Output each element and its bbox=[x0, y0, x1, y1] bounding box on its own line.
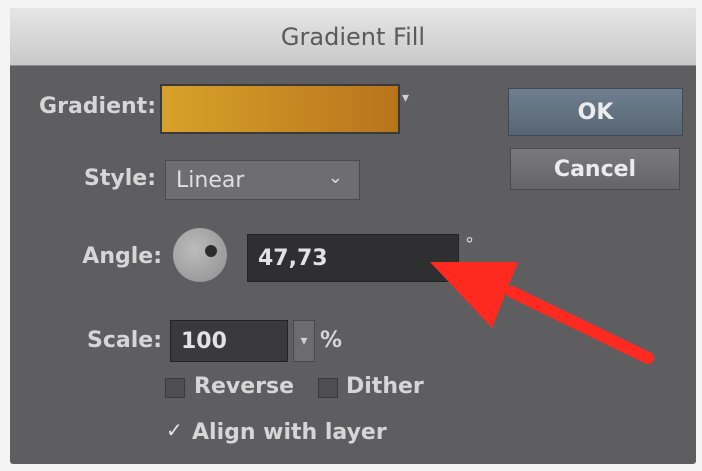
scale-unit: % bbox=[320, 328, 343, 353]
style-select[interactable]: Linear ⌄ bbox=[165, 160, 360, 200]
dialog-titlebar[interactable]: Gradient Fill bbox=[10, 8, 696, 66]
angle-input[interactable]: 47,73 bbox=[247, 234, 459, 282]
chevron-down-icon: ⌄ bbox=[327, 167, 343, 188]
angle-dial-handle[interactable] bbox=[205, 245, 217, 257]
style-select-value: Linear bbox=[176, 167, 245, 193]
align-with-layer-label: Align with layer bbox=[192, 420, 387, 445]
dither-checkbox[interactable] bbox=[318, 378, 338, 398]
gradient-swatch[interactable] bbox=[160, 84, 400, 134]
reverse-checkbox[interactable] bbox=[165, 378, 185, 398]
reverse-label: Reverse bbox=[194, 374, 294, 399]
angle-dial-icon[interactable] bbox=[173, 228, 227, 282]
scale-label: Scale: bbox=[87, 328, 162, 353]
dither-label: Dither bbox=[346, 374, 424, 399]
gradient-fill-dialog: Gradient Fill Gradient: ▾ Style: Linear … bbox=[10, 8, 696, 464]
dialog-title: Gradient Fill bbox=[280, 22, 426, 51]
scale-input[interactable]: 100 bbox=[170, 320, 288, 362]
gradient-label: Gradient: bbox=[39, 94, 156, 119]
ok-button[interactable]: OK bbox=[508, 88, 683, 136]
angle-unit: ° bbox=[465, 234, 474, 255]
triangle-down-icon[interactable]: ▾ bbox=[402, 91, 412, 105]
scale-stepper[interactable]: ▾ bbox=[293, 320, 315, 362]
align-with-layer-checkbox[interactable]: ✓ bbox=[166, 418, 183, 442]
angle-label: Angle: bbox=[82, 244, 162, 269]
style-label: Style: bbox=[84, 166, 156, 191]
cancel-button[interactable]: Cancel bbox=[510, 148, 680, 190]
